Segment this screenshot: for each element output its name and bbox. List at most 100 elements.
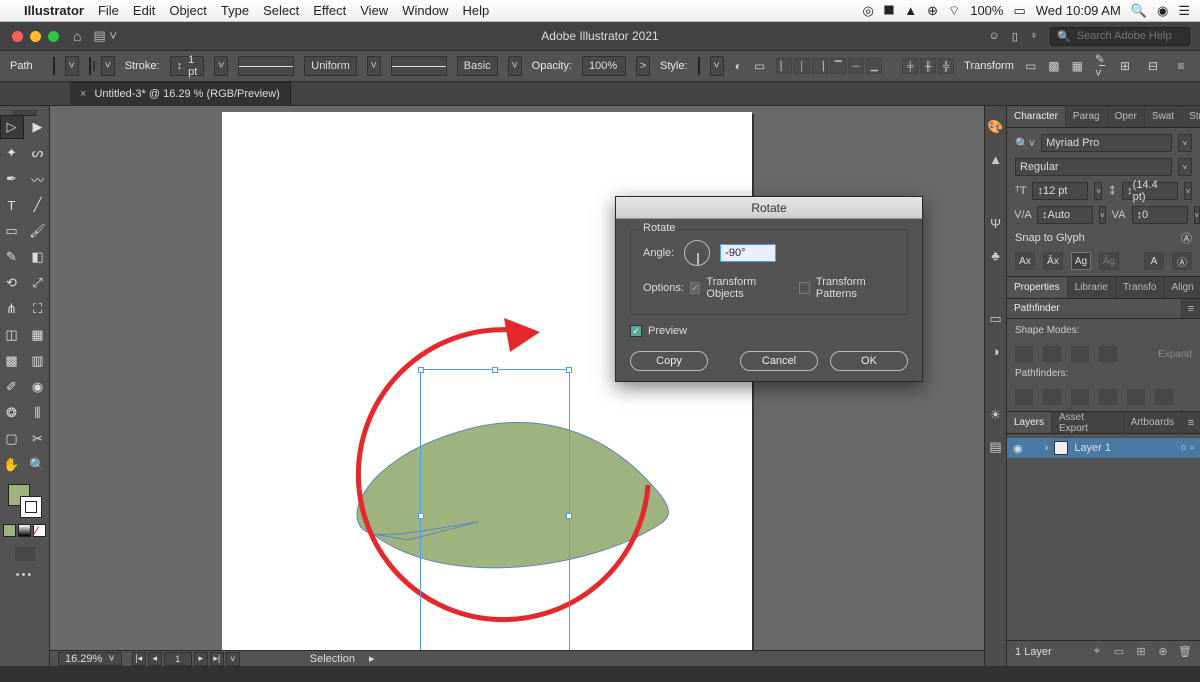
pen-tool[interactable]: ✒ — [1, 168, 23, 190]
target-icon[interactable]: ○ ▫ — [1180, 442, 1194, 454]
eraser-tool[interactable]: ◧ — [27, 246, 49, 268]
opacity-field[interactable]: 100% — [582, 56, 626, 76]
font-style-dd[interactable]: ˅ — [1178, 158, 1192, 176]
tab-transform[interactable]: Transfo — [1116, 277, 1165, 298]
preview-checkbox[interactable]: ✓ — [630, 325, 642, 337]
shape-icon[interactable]: ▭ — [1024, 57, 1037, 75]
window-controls[interactable] — [12, 31, 59, 42]
tab-character[interactable]: Character — [1007, 106, 1066, 127]
cancel-button[interactable]: Cancel — [740, 351, 818, 371]
symbol-sprayer-tool[interactable]: ❂ — [1, 402, 23, 424]
app-menu[interactable]: Illustrator — [24, 3, 84, 18]
arrange-docs-icon[interactable]: ▤ ˅ — [93, 28, 117, 44]
layers-menu[interactable]: ≡ — [1182, 412, 1200, 433]
ok-button[interactable]: OK — [830, 351, 908, 371]
pathfinder-label[interactable]: Pathfinder — [1007, 299, 1182, 318]
share-icon[interactable]: ☺ — [988, 30, 999, 42]
curvature-tool[interactable]: 〰 — [27, 168, 49, 190]
angle-dial[interactable] — [684, 240, 710, 266]
tab-opentype[interactable]: Oper — [1108, 106, 1145, 127]
spotlight-icon[interactable]: 🔍 — [1131, 3, 1147, 19]
menu-help[interactable]: Help — [462, 3, 489, 18]
direct-selection-tool[interactable]: ▶ — [27, 116, 49, 138]
perspective-tool[interactable]: ▦ — [27, 324, 49, 346]
distribute-group[interactable]: ╪╫╬ — [902, 58, 954, 74]
status-caret[interactable]: ▸ — [369, 652, 375, 665]
tab-layers[interactable]: Layers — [1007, 412, 1052, 433]
zoom-tool[interactable]: 🔍 — [27, 454, 49, 476]
selection-bounds[interactable] — [420, 369, 570, 663]
menu-window[interactable]: Window — [402, 3, 448, 18]
tracking-field[interactable]: ↕ 0 — [1132, 206, 1188, 224]
shaper-tool[interactable]: ✎ — [1, 246, 23, 268]
width-tool[interactable]: ⋔ — [1, 298, 23, 320]
tab-stroke[interactable]: Strok — [1182, 106, 1200, 127]
brush-name[interactable]: Basic — [457, 56, 498, 76]
artboard-tool[interactable]: ▢ — [1, 428, 23, 450]
stroke-panel-icon[interactable]: ▭ — [987, 310, 1005, 328]
kerning-field[interactable]: ↕ Auto — [1037, 206, 1093, 224]
rotate-tool[interactable]: ⟲ — [1, 272, 23, 294]
type-tool[interactable]: T — [1, 194, 23, 216]
profile-preview[interactable] — [238, 56, 294, 76]
dropbox-icon[interactable]: ⯀ — [884, 3, 894, 19]
font-size-field[interactable]: ↕ 12 pt — [1032, 182, 1088, 200]
color-panel-icon[interactable]: 🎨 — [987, 118, 1005, 136]
brush-preview[interactable] — [391, 56, 447, 76]
close-tab-icon[interactable]: × — [80, 88, 86, 100]
color-guide-icon[interactable]: ▲ — [987, 150, 1005, 168]
doc-setup-icon[interactable]: ▯ — [1012, 30, 1018, 43]
control-center-icon[interactable]: ☰ — [1178, 3, 1190, 19]
selection-tool[interactable]: ▷ — [1, 116, 23, 138]
menu-edit[interactable]: Edit — [133, 3, 155, 18]
tab-libraries[interactable]: Librarie — [1068, 277, 1116, 298]
fill-stroke-indicator[interactable] — [8, 484, 42, 518]
pathfinder-menu[interactable]: ≡ — [1182, 299, 1200, 318]
font-style-field[interactable]: Regular — [1015, 158, 1172, 176]
gpu-icon[interactable]: ♀ — [1030, 30, 1038, 42]
help-search-input[interactable] — [1077, 30, 1183, 42]
artboard-nav[interactable]: |◂◂1▸▸|˅ — [132, 652, 240, 666]
angle-input[interactable] — [720, 244, 776, 262]
edit-icon[interactable]: ✎̲ ˅ — [1094, 57, 1106, 75]
screen-modes[interactable] — [15, 547, 35, 561]
graphic-styles-icon[interactable]: ▤ — [987, 438, 1005, 456]
clip-mask-icon[interactable]: ▭ — [1112, 645, 1126, 659]
canvas[interactable]: 16.29%˅ |◂◂1▸▸|˅ Selection ▸ — [50, 106, 984, 666]
doc-setup-icon2[interactable]: ▭ — [753, 57, 766, 75]
home-icon[interactable]: ⌂ — [73, 28, 81, 44]
shape-modes-row[interactable]: Expand — [1015, 346, 1192, 362]
zoom-field[interactable]: 16.29%˅ — [58, 652, 122, 666]
stroke-width-field[interactable]: ↕1 pt — [170, 56, 205, 76]
style-swatch[interactable] — [698, 57, 700, 75]
profile-name[interactable]: Uniform — [304, 56, 357, 76]
transform-link[interactable]: Transform — [964, 60, 1014, 72]
menu-select[interactable]: Select — [263, 3, 299, 18]
lasso-tool[interactable]: ᔕ — [27, 142, 49, 164]
isolate-icon[interactable]: ▩ — [1047, 57, 1060, 75]
paintbrush-tool[interactable]: 🖌 — [27, 220, 49, 242]
prefs-icon[interactable]: ⊟ — [1144, 57, 1162, 75]
hand-tool[interactable]: ✋ — [1, 454, 23, 476]
expand-layer-icon[interactable]: › — [1045, 442, 1049, 454]
siri-icon[interactable]: ◉ — [1157, 3, 1168, 19]
scale-tool[interactable]: ⤢ — [27, 272, 49, 294]
keyboard-icon[interactable]: ⊕ — [927, 3, 938, 19]
leading-field[interactable]: ↕ (14.4 pt) — [1122, 182, 1178, 200]
style-dd[interactable]: ˅ — [710, 56, 724, 76]
blend-tool[interactable]: ◉ — [27, 376, 49, 398]
gradient-tool[interactable]: ▥ — [27, 350, 49, 372]
locate-layer-icon[interactable]: ⌖ — [1090, 645, 1104, 659]
graph-tool[interactable]: ⫼ — [27, 402, 49, 424]
dialog-title[interactable]: Rotate — [616, 197, 922, 219]
mask-icon[interactable]: ▦ — [1071, 57, 1084, 75]
opacity-dd[interactable]: > — [636, 56, 650, 76]
tab-paragraph[interactable]: Parag — [1066, 106, 1108, 127]
cc-icon[interactable]: ◎ — [862, 3, 873, 19]
brush-dd[interactable]: ˅ — [508, 56, 522, 76]
pathfinders-row[interactable] — [1015, 389, 1192, 405]
profile-dd[interactable]: ˅ — [367, 56, 381, 76]
recolor-icon[interactable]: ◐ — [734, 57, 743, 75]
stroke-width-dd[interactable]: ˅ — [214, 56, 228, 76]
font-family-field[interactable]: Myriad Pro — [1041, 134, 1172, 152]
